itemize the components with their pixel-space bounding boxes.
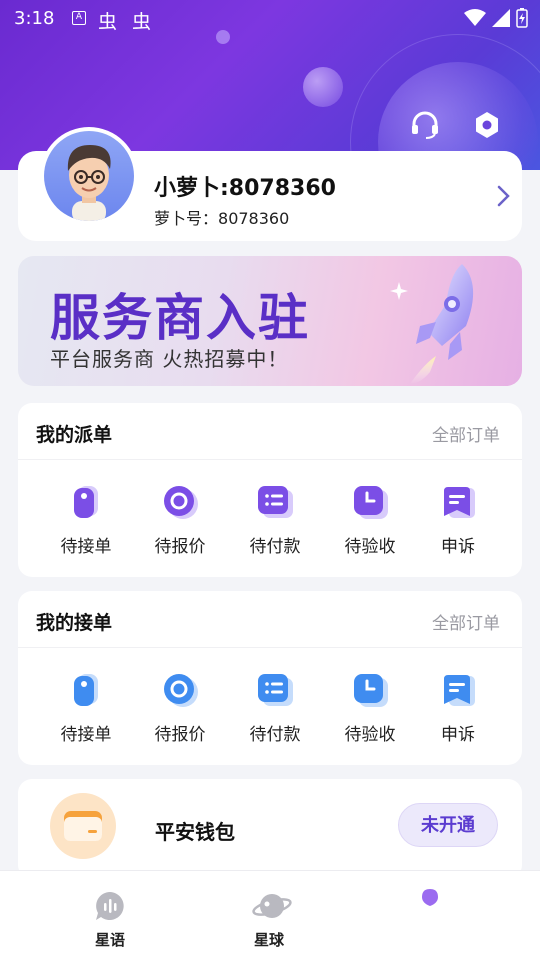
status-items: 待接单 待报价 待付款 待验收 申诉 <box>18 648 522 765</box>
profile-dot-icon <box>422 889 438 906</box>
profile-name: 小萝卜:8078360 <box>154 176 336 201</box>
wallet-title: 平安钱包 <box>155 820 235 844</box>
planet-icon <box>252 894 292 918</box>
status-item-appeal[interactable]: 申诉 <box>413 648 503 745</box>
wallet-icon <box>50 793 116 859</box>
status-item-pending-accept[interactable]: 待接单 <box>41 648 131 745</box>
avatar-illustration <box>67 145 111 221</box>
tab-xingqiu[interactable]: 星球 <box>209 871 329 950</box>
activate-wallet-button[interactable]: 未开通 <box>398 803 498 847</box>
status-item-label: 待接单 <box>60 725 112 745</box>
tab-xingyu[interactable]: 星语 <box>50 871 170 950</box>
status-items: 待接单 待报价 待付款 待验收 申诉 <box>18 460 522 577</box>
status-item-pending-quote[interactable]: 待报价 <box>135 648 225 745</box>
tab-mine[interactable] <box>370 871 490 913</box>
status-item-pending-quote[interactable]: 待报价 <box>135 460 225 557</box>
status-item-label: 待报价 <box>154 725 206 745</box>
tab-label: 星球 <box>253 931 284 949</box>
banner-subtitle: 平台服务商 火热招募中！ <box>50 347 289 371</box>
ticket-icon <box>444 487 475 518</box>
battery-icon <box>516 8 528 28</box>
status-item-label: 待验收 <box>344 537 396 557</box>
status-item-label: 待报价 <box>154 537 206 557</box>
status-bug-icon: 虫 <box>98 11 118 33</box>
tab-label: 星语 <box>94 931 125 949</box>
decor-orb-small <box>303 67 343 107</box>
status-item-label: 申诉 <box>441 537 475 557</box>
status-item-appeal[interactable]: 申诉 <box>413 460 503 557</box>
section-title: 我的接单 <box>36 612 113 634</box>
clock-icon <box>354 486 388 519</box>
settings-icon[interactable] <box>470 108 504 142</box>
section-title: 我的派单 <box>36 424 113 446</box>
bottom-tab-bar: 星语 星球 <box>0 870 540 960</box>
section-header: 我的派单 全部订单 <box>18 403 522 460</box>
status-time: 3:18 <box>14 8 55 29</box>
clock-icon <box>354 674 388 707</box>
status-item-pending-acceptance[interactable]: 待验收 <box>325 460 415 557</box>
tag-icon <box>74 486 98 518</box>
status-item-pending-acceptance[interactable]: 待验收 <box>325 648 415 745</box>
all-orders-link[interactable]: 全部订单 <box>432 421 500 446</box>
status-indicators <box>464 8 528 28</box>
ring-icon <box>164 486 198 519</box>
profile-id: 萝卜号：8078360 <box>154 205 289 229</box>
status-item-label: 待验收 <box>344 725 396 745</box>
profile-id-value: 8078360 <box>218 209 290 228</box>
status-item-label: 申诉 <box>441 725 475 745</box>
dispatch-orders-section: 我的派单 全部订单 待接单 待报价 待付款 待验收 申诉 <box>18 403 522 577</box>
status-item-label: 待接单 <box>60 537 112 557</box>
profile-id-label: 萝卜号： <box>154 209 219 228</box>
chevron-right-icon[interactable] <box>496 184 512 208</box>
signal-icon <box>492 9 510 27</box>
wallet-row[interactable]: 平安钱包 未开通 <box>18 779 522 879</box>
chat-bubble-icon <box>96 892 124 920</box>
status-item-label: 待付款 <box>249 537 301 557</box>
status-item-pending-payment[interactable]: 待付款 <box>230 648 320 745</box>
ring-icon <box>164 674 198 707</box>
accepted-orders-section: 我的接单 全部订单 待接单 待报价 待付款 待验收 申诉 <box>18 591 522 765</box>
status-a-icon: A <box>72 11 86 25</box>
status-bug-icon: 虫 <box>132 11 152 33</box>
rocket-icon <box>410 264 474 384</box>
wifi-icon <box>464 9 486 26</box>
list-icon <box>258 674 293 706</box>
section-header: 我的接单 全部订单 <box>18 591 522 648</box>
status-item-pending-payment[interactable]: 待付款 <box>230 460 320 557</box>
all-orders-link[interactable]: 全部订单 <box>432 609 500 634</box>
provider-recruit-banner[interactable]: 服务商入驻 平台服务商 火热招募中！ <box>18 256 522 386</box>
status-bar: 3:18 A 虫 虫 <box>0 0 540 38</box>
status-item-label: 待付款 <box>249 725 301 745</box>
tag-icon <box>74 674 98 706</box>
ticket-icon <box>444 675 475 706</box>
avatar[interactable] <box>40 127 138 225</box>
list-icon <box>258 486 293 518</box>
customer-service-icon[interactable] <box>408 108 442 142</box>
status-item-pending-accept[interactable]: 待接单 <box>41 460 131 557</box>
banner-title: 服务商入驻 <box>50 289 310 347</box>
